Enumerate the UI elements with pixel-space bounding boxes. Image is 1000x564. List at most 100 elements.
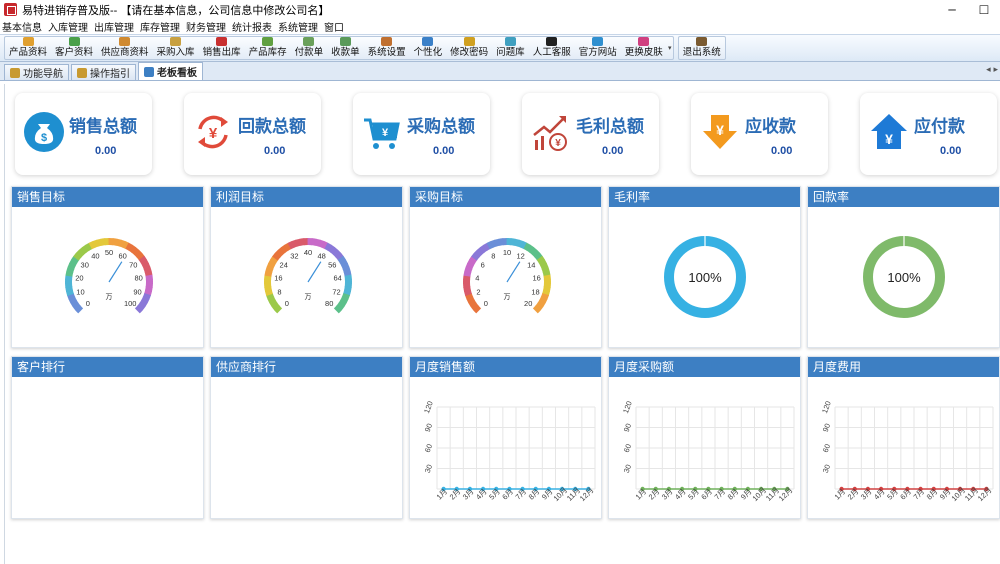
panel-line: 月度费用 30 60 90 120 1月 2月 3月 4月 5月 6月 7月 8月 9月 10月 11月 12月 — [807, 356, 1000, 519]
gauge-tick-label: 0 — [484, 299, 488, 308]
panel-line: 月度采购额 30 60 90 120 1月 2月 3月 4月 5月 6月 7月 8月 9月 10月 11月 12… — [608, 356, 801, 519]
menu-item[interactable]: 入库管理 — [48, 19, 93, 34]
menu-item[interactable]: 统计报表 — [232, 19, 277, 34]
panel-title: 回款率 — [808, 187, 999, 207]
title-bar: 易特进销存普及版-- 【请在基本信息，公司信息中修改公司名】 ─ ☐ — [0, 0, 1000, 19]
y-tick-label: 30 — [423, 463, 434, 474]
minimize-button[interactable]: ─ — [936, 0, 968, 19]
toolbar-icon — [303, 37, 315, 46]
gauge-tick-label: 8 — [491, 251, 495, 260]
toolbar-button[interactable]: 采购入库 — [153, 37, 199, 59]
svg-text:$: $ — [41, 132, 47, 144]
panel-body: 0 10 20 30 40 50 60 70 80 90 100 万 — [12, 207, 203, 347]
toolbar-icon — [422, 37, 434, 46]
toolbar-button[interactable]: 修改密码 — [446, 37, 492, 59]
gauge-tick-label: 16 — [532, 273, 540, 282]
gauge-tick-label: 80 — [134, 273, 142, 282]
svg-text:¥: ¥ — [209, 125, 218, 142]
toolbar-button[interactable]: 个性化 — [410, 37, 447, 59]
panel-title: 毛利率 — [609, 187, 800, 207]
line-chart: 3060901201月2月3月4月5月6月7月8月9月10月11月12月 — [422, 400, 596, 503]
panel-title: 利润目标 — [211, 187, 402, 207]
toolbar-button[interactable]: 人工客服 — [529, 37, 575, 59]
panel-gauge: 利润目标 0 8 16 24 32 40 48 56 64 72 80 万 — [210, 186, 403, 348]
gauge-unit: 万 — [504, 293, 511, 301]
toolbar-icon — [504, 37, 516, 46]
skin-dropdown-arrow[interactable]: ▾ — [667, 37, 673, 59]
gauge-chart: 02 468 10 1214 16 18 20 万 — [463, 238, 551, 314]
gauge-tick-label: 0 — [86, 299, 90, 308]
y-tick-label: 30 — [622, 463, 633, 474]
toolbar-icon — [638, 37, 650, 46]
svg-text:¥: ¥ — [885, 131, 893, 147]
gauge-tick-label: 20 — [524, 299, 532, 308]
menu-item[interactable]: 财务管理 — [186, 19, 231, 34]
gauge-tick-label: 50 — [105, 248, 113, 257]
panel-ring: 毛利率 100% — [608, 186, 801, 348]
x-tick-label: 12月 — [976, 485, 994, 503]
x-tick-label: 12月 — [578, 485, 596, 503]
toolbar-button-label: 退出系统 — [682, 47, 721, 58]
gauge-chart: 010 20 3040 50 6070 80 90 100 万 — [65, 238, 153, 314]
yen-down-arrow-icon: ¥ — [699, 111, 741, 153]
menu-bar: 基本信息 入库管理 出库管理 库存管理 财务管理 统计报表 系统管理 窗口 — [0, 19, 1000, 34]
toolbar-button[interactable]: 供应商资料 — [97, 37, 153, 59]
line-chart: 3060901201月2月3月4月5月6月7月8月9月10月11月12月 — [820, 400, 994, 503]
toolbar-button[interactable]: 官方网站 — [575, 37, 621, 59]
toolbar-icon — [546, 37, 558, 46]
stat-card: $ 销售总额 0.00 — [15, 93, 152, 175]
toolbar-button-label: 人工客服 — [532, 47, 571, 58]
tab-1[interactable]: 操作指引 — [71, 64, 136, 80]
stat-title: 应付款 — [914, 117, 965, 137]
toolbar-button[interactable]: 产品库存 — [245, 37, 291, 59]
menu-item[interactable]: 出库管理 — [94, 19, 139, 34]
tab-scroll-arrows[interactable]: ◂ ▸ — [986, 65, 998, 75]
maximize-button[interactable]: ☐ — [968, 0, 1000, 19]
toolbar-button[interactable]: 更换皮肤 — [621, 37, 667, 59]
exit-system-button[interactable]: 退出系统 — [679, 37, 725, 59]
stat-value: 0.00 — [95, 145, 117, 157]
toolbar-button[interactable]: 产品资料 — [5, 37, 51, 59]
gauge-tick-label: 40 — [304, 248, 312, 257]
toolbar-button[interactable]: 系统设置 — [364, 37, 410, 59]
panel-body: 30 60 90 120 1月 2月 3月 4月 5月 6月 7月 8月 9月 10月 11月 12月 — [808, 377, 999, 518]
gauge-tick-label: 90 — [133, 287, 141, 296]
y-tick-label: 120 — [621, 400, 634, 415]
yen-refresh-icon: ¥ — [192, 111, 234, 153]
tab-2[interactable]: 老板看板 — [138, 62, 203, 80]
panel-title: 月度销售额 — [410, 357, 601, 377]
gauge-tick-label: 72 — [332, 287, 340, 296]
stat-value: 0.00 — [771, 145, 793, 157]
svg-text:¥: ¥ — [716, 122, 724, 138]
panel-title: 供应商排行 — [211, 357, 402, 377]
stat-card: ¥ 应收款 0.00 — [691, 93, 828, 175]
toolbar-button-label: 修改密码 — [450, 47, 489, 58]
menu-item[interactable]: 库存管理 — [140, 19, 185, 34]
menu-item[interactable]: 基本信息 — [2, 19, 47, 34]
panel-body: 30 60 90 120 1月 2月 3月 4月 5月 6月 7月 8月 9月 10月 11月 12月 — [410, 377, 601, 518]
panel-body: 0 8 16 24 32 40 48 56 64 72 80 万 — [211, 207, 402, 347]
toolbar-button[interactable]: 客户资料 — [51, 37, 97, 59]
gauge-tick-label: 56 — [328, 260, 336, 269]
toolbar-button[interactable]: 收款单 — [327, 37, 364, 59]
y-tick-label: 30 — [821, 463, 832, 474]
toolbar-button[interactable]: 付款单 — [291, 37, 328, 59]
panel-gauge: 销售目标 0 10 20 30 40 50 60 70 80 90 100 万 — [11, 186, 204, 348]
panel-body: 0 2 4 6 8 10 12 14 16 18 20 万 — [410, 207, 601, 347]
toolbar-button[interactable]: 销售出库 — [199, 37, 245, 59]
donut-percent-label: 100% — [887, 270, 921, 285]
stat-title: 采购总额 — [407, 117, 475, 137]
y-tick-label: 60 — [423, 443, 434, 454]
stat-value: 0.00 — [602, 145, 624, 157]
toolbar-button[interactable]: 问题库 — [492, 37, 529, 59]
toolbar-icon — [463, 37, 475, 46]
toolbar-icon — [68, 37, 80, 46]
menu-item[interactable]: 窗口 — [324, 19, 349, 34]
gauge-tick-label: 8 — [277, 287, 281, 296]
donut-percent-label: 100% — [688, 270, 722, 285]
menu-item[interactable]: 系统管理 — [278, 19, 323, 34]
gauge-tick-label: 60 — [118, 251, 126, 260]
tab-0[interactable]: 功能导航 — [4, 64, 69, 80]
toolbar-icon — [170, 37, 182, 46]
toolbar-icon — [262, 37, 274, 46]
